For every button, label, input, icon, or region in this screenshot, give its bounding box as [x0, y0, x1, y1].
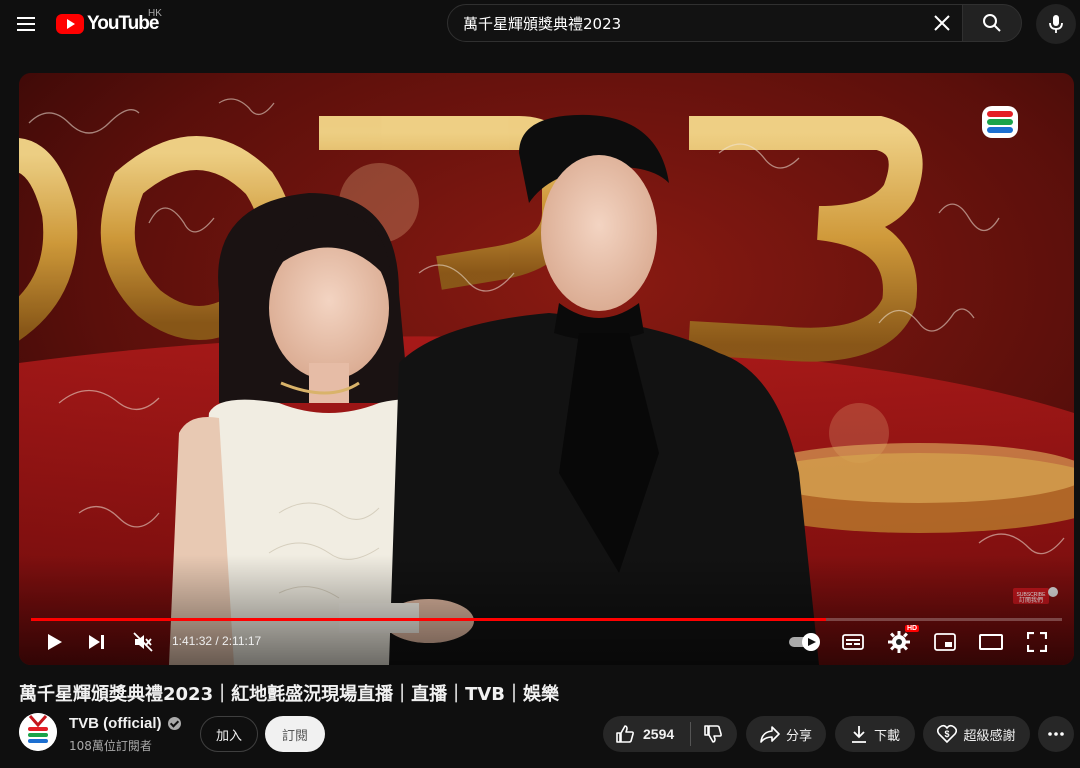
play-icon: [48, 634, 62, 650]
download-label: 下載: [873, 728, 900, 744]
video-player[interactable]: SUBSCRIBE 訂閱我們 1:41:32 / 2:11:17 HD: [19, 73, 1074, 665]
channel-name[interactable]: TVB (official): [69, 715, 181, 732]
tvb-avatar-icon: [19, 713, 57, 751]
next-button[interactable]: [79, 624, 115, 660]
subscriber-count: 108萬位訂閱者: [69, 739, 152, 753]
progress-bar[interactable]: [31, 618, 1062, 621]
like-divider: [690, 722, 692, 746]
svg-text:$: $: [945, 729, 950, 739]
channel-name-text: TVB (official): [69, 715, 162, 732]
more-icon: [1048, 732, 1064, 736]
menu-icon[interactable]: [8, 6, 44, 42]
hd-badge: HD: [905, 625, 920, 632]
youtube-logo[interactable]: YouTube: [56, 10, 159, 38]
region-code: HK: [148, 8, 162, 19]
time-display: 1:41:32 / 2:11:17: [172, 634, 262, 648]
mute-icon: [133, 632, 153, 652]
like-count: 2594: [643, 726, 675, 742]
settings-icon: [888, 631, 910, 653]
super-thanks-button[interactable]: $ 超級感謝: [923, 716, 1030, 752]
search-button[interactable]: [962, 4, 1022, 42]
more-actions-button[interactable]: [1038, 716, 1074, 752]
download-button[interactable]: 下載: [835, 716, 915, 752]
channel-avatar[interactable]: [19, 713, 57, 751]
clear-icon[interactable]: [924, 5, 960, 41]
share-icon: [760, 726, 780, 743]
next-icon: [89, 635, 104, 649]
search-icon: [983, 14, 1001, 32]
subscribe-button[interactable]: 訂閱: [265, 716, 325, 752]
theater-button[interactable]: [973, 624, 1009, 660]
search-input[interactable]: 萬千星輝頒獎典禮2023: [463, 13, 924, 34]
autoplay-toggle[interactable]: [785, 624, 825, 660]
tvb-watermark-icon: [982, 106, 1018, 138]
miniplayer-button[interactable]: [927, 624, 963, 660]
thumbs-up-icon: [616, 725, 634, 743]
progress-played: [31, 618, 826, 621]
top-bar: YouTube HK 萬千星輝頒獎典禮2023: [0, 0, 1080, 48]
miniplayer-icon: [934, 633, 956, 651]
like-button[interactable]: 2594: [603, 716, 674, 752]
like-dislike-group: 2594: [603, 716, 737, 752]
search-box[interactable]: 萬千星輝頒獎典禮2023: [447, 4, 963, 42]
share-label: 分享: [785, 728, 812, 744]
fullscreen-button[interactable]: [1019, 624, 1055, 660]
subtitles-button[interactable]: [835, 624, 871, 660]
theater-icon: [979, 634, 1003, 650]
super-thanks-icon: $: [937, 724, 958, 744]
dislike-button[interactable]: [703, 724, 723, 744]
fullscreen-icon: [1027, 632, 1047, 652]
subtitles-icon: [842, 634, 864, 650]
download-icon: [851, 726, 866, 743]
verified-icon: [167, 717, 181, 730]
super-thanks-label: 超級感謝: [963, 728, 1016, 744]
mic-button[interactable]: [1036, 4, 1076, 44]
autoplay-toggle-icon: [789, 633, 820, 651]
share-button[interactable]: 分享: [746, 716, 826, 752]
thumbs-down-icon: [704, 725, 723, 743]
settings-button[interactable]: HD: [881, 624, 920, 660]
mute-button[interactable]: [125, 624, 161, 660]
join-button[interactable]: 加入: [200, 716, 258, 752]
mic-icon: [1049, 15, 1063, 33]
play-button[interactable]: [37, 624, 73, 660]
video-title: 萬千星輝頒獎典禮2023｜紅地氈盛況現場直播｜直播｜TVB｜娛樂: [19, 684, 560, 705]
youtube-play-mark-icon: [56, 14, 84, 34]
